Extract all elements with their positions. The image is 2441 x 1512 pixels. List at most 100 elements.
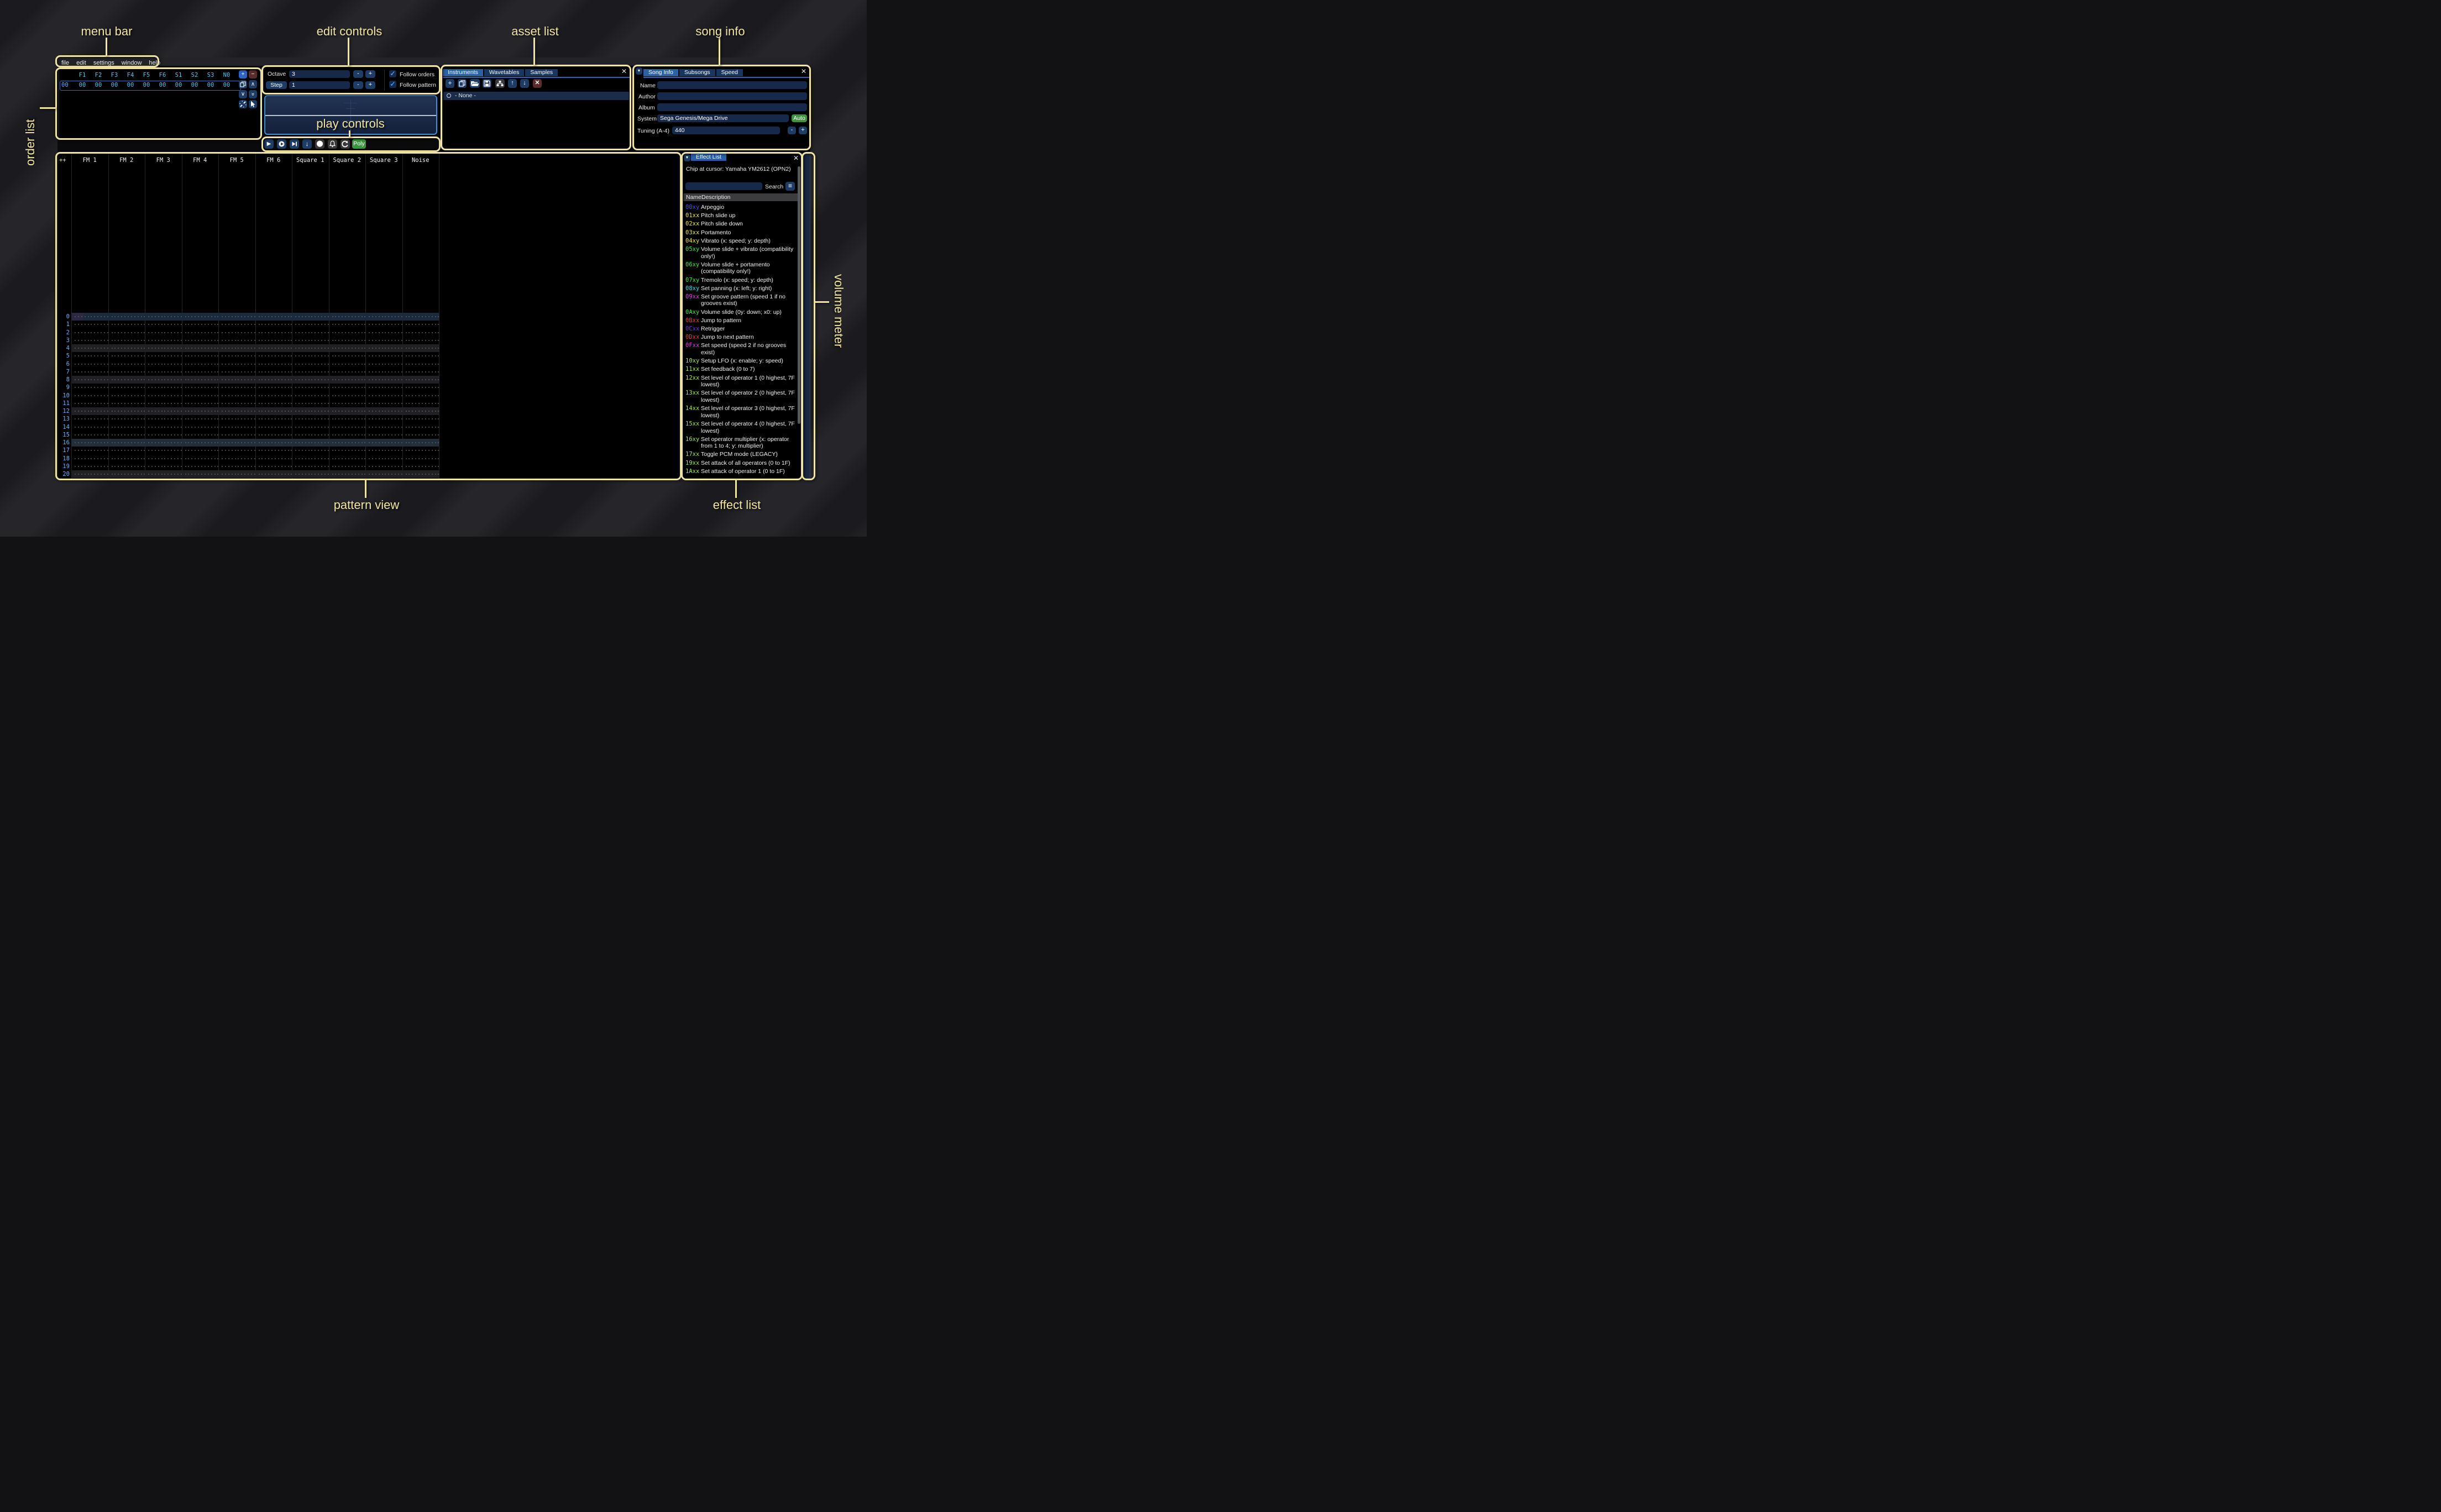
octave-plus-button[interactable]: +	[365, 70, 375, 78]
metronome-button[interactable]	[328, 139, 337, 149]
step-one-row-button[interactable]: ↓	[302, 139, 312, 149]
pattern-cell[interactable]	[329, 431, 366, 439]
pattern-cell[interactable]	[365, 423, 402, 431]
pattern-cell[interactable]	[182, 344, 219, 352]
pattern-cell[interactable]	[329, 407, 366, 415]
pattern-row-8[interactable]: 8	[58, 376, 680, 384]
pattern-cell[interactable]	[255, 376, 292, 384]
pattern-cell[interactable]	[292, 400, 329, 407]
effect-row[interactable]: 0AxyVolume slide (0y: down; x0: up)	[685, 309, 799, 316]
pattern-cell[interactable]	[182, 478, 219, 479]
pattern-cell[interactable]	[329, 360, 366, 368]
pattern-cell[interactable]	[292, 313, 329, 321]
pattern-cell[interactable]	[71, 376, 108, 384]
pattern-cell[interactable]	[218, 423, 255, 431]
scrollbar-thumb[interactable]	[798, 166, 800, 424]
pattern-cell[interactable]	[329, 344, 366, 352]
pattern-cell[interactable]	[71, 392, 108, 400]
pattern-cell[interactable]	[145, 368, 182, 376]
pattern-cell[interactable]	[292, 439, 329, 447]
pattern-cell[interactable]	[329, 352, 366, 360]
pattern-cell[interactable]	[108, 431, 145, 439]
move-asset-down-button[interactable]: ↓	[520, 79, 529, 88]
pattern-row-19[interactable]: 19	[58, 463, 680, 470]
effect-row[interactable]: 0DxxJump to next pattern	[685, 334, 799, 341]
pattern-cell[interactable]	[292, 329, 329, 337]
pattern-cell[interactable]	[108, 415, 145, 423]
pattern-cell[interactable]	[402, 376, 439, 384]
pattern-cell[interactable]	[182, 455, 219, 463]
pattern-cell[interactable]	[108, 463, 145, 470]
pattern-row-4[interactable]: 4	[58, 344, 680, 352]
pattern-cell[interactable]	[182, 407, 219, 415]
pattern-cell[interactable]	[365, 463, 402, 470]
channel-header-fm-5[interactable]: FM 5	[218, 157, 255, 164]
add-asset-button[interactable]: +	[446, 79, 454, 88]
pattern-cell[interactable]	[108, 368, 145, 376]
follow-pattern-checkbox[interactable]: ✓	[389, 81, 396, 88]
pattern-cell[interactable]	[329, 439, 366, 447]
effect-row[interactable]: 00xyArpeggio	[685, 204, 799, 211]
pattern-cell[interactable]	[218, 455, 255, 463]
pattern-cell[interactable]	[255, 329, 292, 337]
description-column-header[interactable]: Description	[701, 194, 731, 201]
effect-row[interactable]: 11xxSet feedback (0 to 7)	[685, 366, 799, 373]
pattern-cell[interactable]	[218, 431, 255, 439]
pattern-cell[interactable]	[329, 447, 366, 454]
pattern-row-2[interactable]: 2	[58, 329, 680, 337]
pattern-cell[interactable]	[255, 384, 292, 391]
order-cell[interactable]: 00	[219, 82, 234, 88]
duplicate-asset-button[interactable]	[458, 79, 467, 88]
channel-header-fm-6[interactable]: FM 6	[255, 157, 292, 164]
pattern-cell[interactable]	[71, 352, 108, 360]
pattern-cell[interactable]	[145, 384, 182, 391]
pattern-cell[interactable]	[182, 431, 219, 439]
open-asset-button[interactable]	[470, 79, 480, 88]
pattern-cell[interactable]	[218, 415, 255, 423]
pattern-cell[interactable]	[365, 321, 402, 328]
step-plus-button[interactable]: +	[365, 81, 375, 89]
pattern-cell[interactable]	[182, 360, 219, 368]
pattern-cell[interactable]	[329, 478, 366, 479]
order-cell[interactable]: 00	[139, 82, 154, 88]
pattern-cell[interactable]	[145, 313, 182, 321]
pattern-cell[interactable]	[145, 344, 182, 352]
order-cell[interactable]: 00	[171, 82, 186, 88]
pattern-cell[interactable]	[255, 337, 292, 344]
effect-row[interactable]: 08xySet panning (x: left; y: right)	[685, 285, 799, 292]
pattern-cell[interactable]	[182, 313, 219, 321]
pattern-row-6[interactable]: 6	[58, 360, 680, 368]
pattern-cell[interactable]	[402, 455, 439, 463]
pattern-cell[interactable]	[218, 352, 255, 360]
pattern-cell[interactable]	[108, 376, 145, 384]
effect-row[interactable]: 0CxxRetrigger	[685, 326, 799, 333]
pattern-cell[interactable]	[108, 352, 145, 360]
step-minus-button[interactable]: -	[353, 81, 363, 89]
tab-subsongs[interactable]: Subsongs	[679, 69, 715, 76]
pattern-cell[interactable]	[71, 447, 108, 454]
pattern-cell[interactable]	[402, 360, 439, 368]
pattern-cell[interactable]	[292, 344, 329, 352]
pattern-row-11[interactable]: 11	[58, 400, 680, 407]
asset-tree-view-button[interactable]	[495, 79, 505, 88]
effect-row[interactable]: 13xxSet level of operator 2 (0 highest, …	[685, 390, 799, 403]
pattern-cell[interactable]	[292, 360, 329, 368]
pattern-cell[interactable]	[218, 400, 255, 407]
pattern-cell[interactable]	[292, 478, 329, 479]
pattern-cell[interactable]	[71, 313, 108, 321]
pattern-cell[interactable]	[218, 313, 255, 321]
pattern-cell[interactable]	[145, 392, 182, 400]
pattern-cell[interactable]	[255, 368, 292, 376]
pattern-cell[interactable]	[218, 344, 255, 352]
pattern-cell[interactable]	[145, 337, 182, 344]
pattern-cell[interactable]	[329, 423, 366, 431]
remove-order-button[interactable]: −	[249, 70, 257, 78]
channel-header-square-1[interactable]: Square 1	[292, 157, 329, 164]
add-order-button[interactable]: +	[239, 70, 247, 78]
effect-row[interactable]: 02xxPitch slide down	[685, 221, 799, 228]
pattern-row-1[interactable]: 1	[58, 321, 680, 328]
pattern-cell[interactable]	[329, 470, 366, 478]
pattern-cell[interactable]	[292, 415, 329, 423]
pattern-cell[interactable]	[255, 392, 292, 400]
pattern-cell[interactable]	[402, 447, 439, 454]
